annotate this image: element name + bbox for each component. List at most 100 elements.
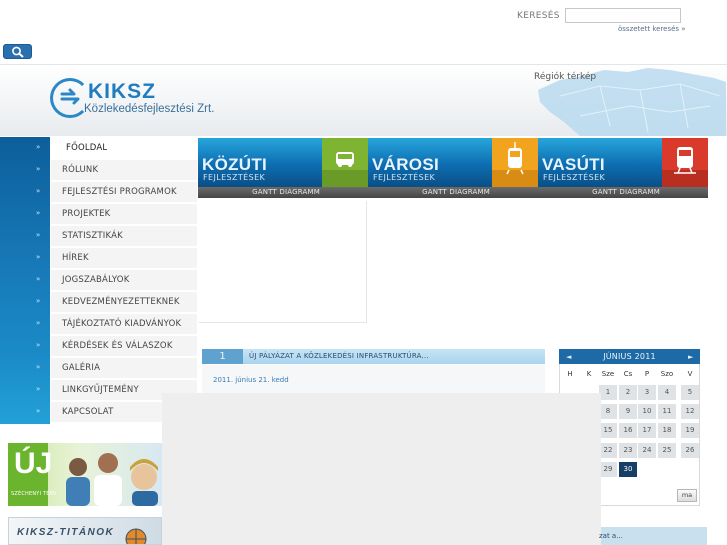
nav-item-gallery[interactable]: » GALÉRIA (0, 357, 197, 379)
news-date: 2011. június 21. kedd (213, 376, 289, 384)
nav-item-beneficiaries[interactable]: » KEDVEZMÉNYEZETTEKNEK (0, 291, 197, 313)
nav-arrow-icon: » (36, 297, 41, 305)
tram-icon (492, 138, 538, 187)
calendar-day[interactable]: 19 (681, 423, 699, 438)
main-navigation: » FŐOLDAL » RÓLUNK » FEJLESZTÉSI PROGRAM… (0, 137, 197, 424)
overlay-more-link[interactable]: zat a... (599, 532, 623, 540)
gantt-link-rail[interactable]: GANTT DIAGRAMM (538, 187, 708, 198)
calendar-day[interactable]: 8 (599, 404, 617, 419)
calendar-day[interactable]: 18 (658, 423, 676, 438)
nav-item-faq[interactable]: » KÉRDÉSEK ÉS VÁLASZOK (0, 335, 197, 357)
nav-arrow-icon: » (36, 407, 41, 415)
nav-arrow-icon: » (36, 363, 41, 371)
banner-titans-text: KIKSZ-TITÁNOK (17, 527, 115, 538)
nav-item-label: KÉRDÉSEK ÉS VÁLASZOK (51, 336, 197, 357)
calendar-weekday: H (567, 370, 573, 378)
nav-item-home[interactable]: » FŐOLDAL (0, 137, 197, 159)
car-icon (322, 138, 368, 187)
calendar-day[interactable]: 10 (638, 404, 656, 419)
calendar-day[interactable]: 23 (619, 443, 637, 458)
gantt-label: GANTT DIAGRAMM (592, 188, 660, 196)
calendar-weekday: V (687, 370, 693, 378)
logo-text[interactable]: KIKSZ (88, 80, 156, 104)
nav-item-programs[interactable]: » FEJLESZTÉSI PROGRAMOK (0, 181, 197, 203)
calendar-day[interactable]: 5 (681, 385, 699, 400)
tile-rail-main: VASÚTI FEJLESZTÉSEK (538, 138, 662, 187)
advanced-search-link[interactable]: összetett keresés » (618, 25, 686, 33)
calendar-day[interactable]: 30 (619, 462, 637, 477)
calendar-weekday: Szo (660, 370, 674, 378)
calendar-day[interactable]: 26 (681, 443, 699, 458)
nav-arrow-icon: » (36, 341, 41, 349)
calendar-day[interactable]: 29 (599, 462, 617, 477)
calendar-day[interactable]: 12 (681, 404, 699, 419)
nav-arrow-icon: » (36, 231, 41, 239)
overlay-panel (162, 393, 601, 545)
search-button[interactable] (3, 44, 32, 59)
new-szechenyi-plan-banner[interactable]: ÚJ SZÉCHENYI TERV (8, 443, 162, 506)
tile-title: VASÚTI (542, 155, 605, 174)
calendar-month: JÚNIUS 2011 (603, 352, 656, 361)
nav-item-legislation[interactable]: » JOGSZABÁLYOK (0, 269, 197, 291)
nav-arrow-icon: » (36, 209, 41, 217)
gantt-link-road[interactable]: GANTT DIAGRAMM (198, 187, 368, 198)
tile-rail[interactable]: VASÚTI FEJLESZTÉSEK GANTT DIAGRAMM (538, 138, 708, 199)
nav-arrow-icon: » (36, 253, 41, 261)
tile-subtitle: FEJLESZTÉSEK (373, 173, 436, 182)
calendar-day[interactable]: 3 (638, 385, 656, 400)
basketball-icon (125, 528, 147, 544)
nav-item-label: TÁJÉKOZTATÓ KIADVÁNYOK (51, 314, 197, 335)
calendar-today-button[interactable]: ma (677, 489, 697, 502)
nav-item-statistics[interactable]: » STATISZTIKÁK (0, 225, 197, 247)
kiksz-titans-banner[interactable]: KIKSZ-TITÁNOK (8, 517, 162, 545)
tile-road-main: KÖZÚTI FEJLESZTÉSEK (198, 138, 322, 187)
nav-item-news[interactable]: » HÍREK (0, 247, 197, 269)
nav-item-label: FEJLESZTÉSI PROGRAMOK (51, 182, 197, 203)
nav-item-projects[interactable]: » PROJEKTEK (0, 203, 197, 225)
calendar-day[interactable]: 22 (599, 443, 617, 458)
nav-arrow-icon: » (36, 143, 41, 151)
calendar-day[interactable]: 9 (619, 404, 637, 419)
nav-item-label: STATISZTIKÁK (51, 226, 197, 247)
logo-subtitle: Közlekedésfejlesztési Zrt. (84, 103, 215, 115)
logo-arrow-icon (60, 88, 80, 105)
nav-item-label: GALÉRIA (51, 358, 197, 379)
calendar-next-icon[interactable]: ► (688, 353, 693, 361)
nav-item-label: HÍREK (51, 248, 197, 269)
calendar-day[interactable]: 17 (638, 423, 656, 438)
calendar-day[interactable]: 24 (638, 443, 656, 458)
tile-urban-main: VÁROSI FEJLESZTÉSEK (368, 138, 492, 187)
nav-item-label: RÓLUNK (51, 160, 197, 181)
content-placeholder (199, 201, 367, 323)
banner-big-text: ÚJ (14, 447, 53, 480)
nav-arrow-icon: » (36, 385, 41, 393)
calendar-weekday: Sze (601, 370, 615, 378)
search-input[interactable] (565, 8, 681, 23)
gantt-link-urban[interactable]: GANTT DIAGRAMM (368, 187, 538, 198)
search-label: KERESÉS (517, 11, 560, 21)
tile-road[interactable]: KÖZÚTI FEJLESZTÉSEK GANTT DIAGRAMM (198, 138, 368, 199)
nav-item-publications[interactable]: » TÁJÉKOZTATÓ KIADVÁNYOK (0, 313, 197, 335)
calendar-weekday: Cs (623, 370, 633, 378)
region-map-link[interactable]: Régiók térkép (534, 72, 596, 82)
calendar-day[interactable]: 4 (658, 385, 676, 400)
nav-item-label: FŐOLDAL (51, 138, 197, 159)
tile-title: KÖZÚTI (202, 155, 268, 174)
calendar-weekday: K (586, 370, 592, 378)
train-icon (662, 138, 708, 187)
calendar-prev-icon[interactable]: ◄ (566, 353, 571, 361)
news-number[interactable]: 1 (202, 349, 243, 364)
calendar-day[interactable]: 2 (619, 385, 637, 400)
calendar-day[interactable]: 15 (599, 423, 617, 438)
nav-arrow-icon: » (36, 165, 41, 173)
calendar-day[interactable]: 16 (619, 423, 637, 438)
calendar-day[interactable]: 25 (658, 443, 676, 458)
tile-urban[interactable]: VÁROSI FEJLESZTÉSEK GANTT DIAGRAMM (368, 138, 538, 199)
calendar-day[interactable]: 1 (599, 385, 617, 400)
calendar-day[interactable]: 11 (658, 404, 676, 419)
nav-item-about[interactable]: » RÓLUNK (0, 159, 197, 181)
calendar-weekday: P (644, 370, 650, 378)
magnifier-icon (12, 46, 24, 58)
news-title[interactable]: ÚJ PÁLYÁZAT A KÖZLEKEDÉSI INFRASTRUKTÚRA… (249, 352, 429, 360)
nav-item-label: JOGSZABÁLYOK (51, 270, 197, 291)
